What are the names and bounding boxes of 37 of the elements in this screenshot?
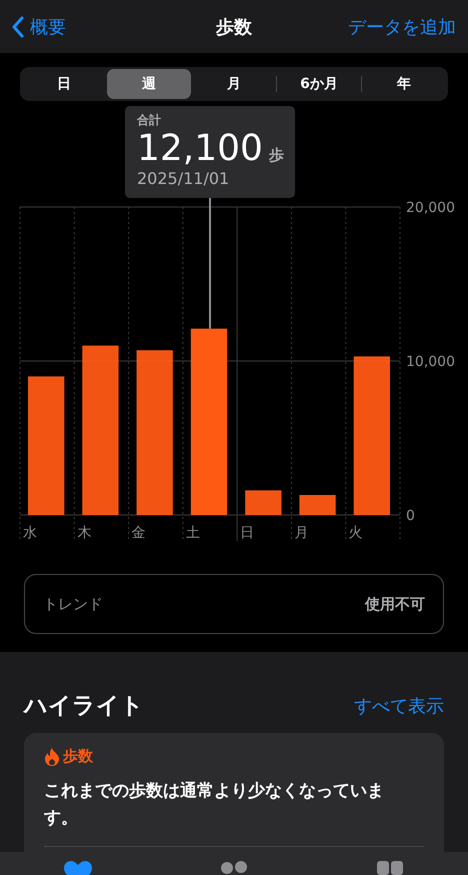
- bar[interactable]: [82, 346, 119, 515]
- axis-category-label: 水: [23, 525, 37, 541]
- tooltip-label: 合計: [137, 112, 162, 129]
- axis-category-label: 日: [240, 525, 254, 541]
- trend-label: トレンド: [43, 594, 103, 614]
- axis-category-label: 火: [348, 525, 363, 541]
- axis-tick-label: 20,000: [406, 200, 455, 216]
- bar[interactable]: [299, 494, 336, 515]
- back-button[interactable]: 概要: [12, 14, 66, 38]
- segment-tab[interactable]: 週: [107, 69, 191, 99]
- axis-category-label: 金: [132, 525, 146, 541]
- axis-tick-label: 10,000: [406, 354, 455, 370]
- tooltip-value: 12,100: [137, 129, 263, 169]
- bar[interactable]: [190, 328, 228, 515]
- page-title: 歩数: [216, 16, 252, 38]
- segment-tab[interactable]: 6か月: [277, 69, 361, 99]
- grid-icon: [377, 861, 403, 875]
- axis-category-label: 木: [77, 525, 92, 541]
- axis-category-label: 月: [294, 525, 308, 541]
- back-chevron-icon: [12, 16, 24, 38]
- highlight-text: これまでの歩数は通常より少なくなっています。: [44, 778, 424, 847]
- dots-icon: [220, 861, 248, 875]
- add-data-button[interactable]: データを追加: [348, 14, 456, 38]
- highlight-category: 歩数: [63, 747, 93, 766]
- show-all-link[interactable]: すべて表示: [354, 694, 444, 718]
- tooltip-date: 2025/11/01: [137, 169, 230, 188]
- axis-category-label: 土: [186, 525, 200, 541]
- tooltip-unit: 歩: [268, 146, 284, 165]
- trend-value: 使用不可: [365, 594, 425, 614]
- segment-tab[interactable]: 年: [362, 69, 446, 99]
- axis-tick-label: 0: [406, 508, 415, 524]
- highlight-card[interactable]: 歩数 これまでの歩数は通常より少なくなっています。: [24, 733, 444, 852]
- segment-tab[interactable]: 日: [22, 69, 106, 99]
- segment-tab[interactable]: 月: [192, 69, 276, 99]
- trend-card[interactable]: トレンド 使用不可: [24, 574, 444, 634]
- flame-icon: [44, 748, 60, 766]
- section-title: ハイライト: [24, 692, 144, 721]
